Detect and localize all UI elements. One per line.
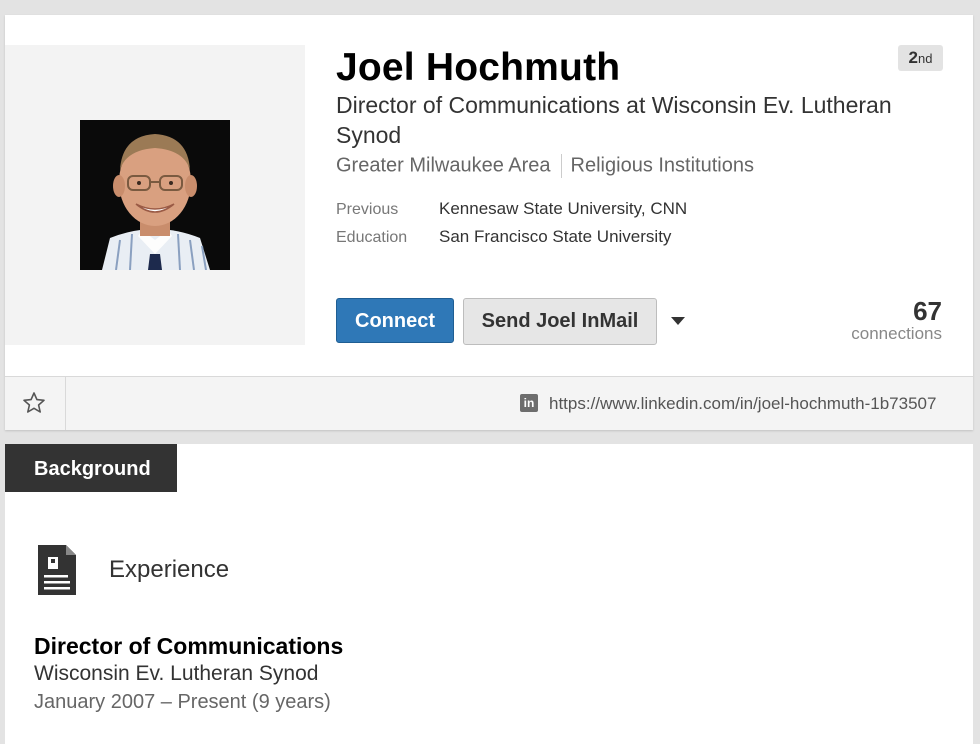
location-industry-line: Greater Milwaukee Area Religious Institut… (336, 154, 754, 178)
profile-location[interactable]: Greater Milwaukee Area (336, 154, 551, 176)
education-value[interactable]: San Francisco State University (439, 227, 671, 246)
experience-icon (38, 545, 76, 595)
job-title: Director of Communications (34, 633, 344, 659)
send-inmail-button[interactable]: Send Joel InMail (463, 298, 657, 345)
job-dates: January 2007 – Present (9 years) (34, 691, 331, 713)
profile-card: Joel Hochmuth 2nd Director of Communicat… (5, 15, 973, 430)
previous-row: Previous Kennesaw State University, CNN (336, 199, 687, 219)
connection-degree-badge: 2nd (898, 45, 943, 71)
connections-count: 67 (913, 296, 942, 326)
caret-down-icon[interactable] (671, 317, 685, 325)
education-label: Education (336, 229, 408, 246)
profile-industry[interactable]: Religious Institutions (571, 154, 754, 176)
profile-headline: Director of Communications at Wisconsin … (336, 92, 892, 148)
profile-action-bar: in https://www.linkedin.com/in/joel-hoch… (5, 376, 973, 430)
experience-heading: Experience (109, 556, 230, 583)
divider (560, 154, 562, 178)
profile-photo-container (5, 45, 305, 345)
previous-label: Previous (336, 201, 399, 218)
profile-photo[interactable] (80, 120, 230, 270)
background-section: Background Experience Director of Commun… (5, 444, 973, 744)
linkedin-icon: in (520, 394, 538, 412)
save-star-button[interactable] (5, 377, 66, 430)
connections-label: connections (851, 324, 942, 343)
star-outline-icon (23, 392, 45, 413)
degree-number: 2 (908, 48, 918, 67)
background-tab[interactable]: Background (5, 444, 177, 492)
previous-value[interactable]: Kennesaw State University, CNN (439, 199, 687, 218)
education-row: Education San Francisco State University (336, 227, 671, 247)
profile-url-link[interactable]: https://www.linkedin.com/in/joel-hochmut… (549, 394, 936, 414)
job-company[interactable]: Wisconsin Ev. Lutheran Synod (34, 662, 318, 686)
degree-suffix: nd (918, 51, 933, 66)
connect-button[interactable]: Connect (336, 298, 454, 343)
profile-name: Joel Hochmuth (336, 46, 621, 89)
